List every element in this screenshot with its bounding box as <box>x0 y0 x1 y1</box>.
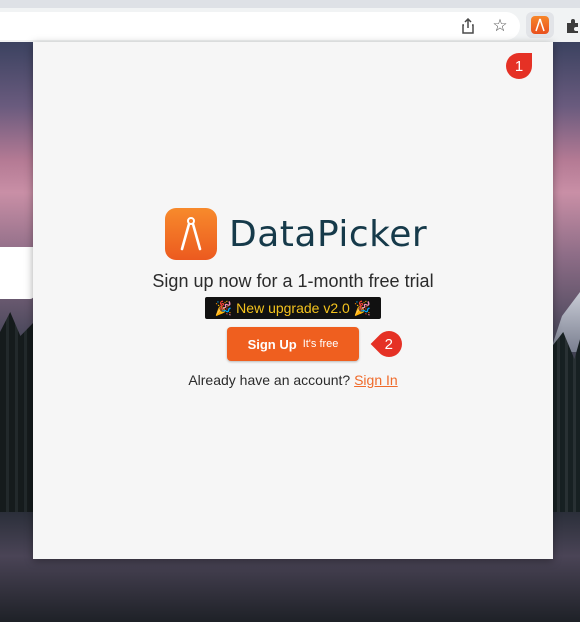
party-popper-icon: 🎉 <box>214 299 233 316</box>
brand-header: DataPicker <box>165 207 427 261</box>
forest-left-image <box>0 312 34 512</box>
datapicker-logo-icon <box>165 208 217 260</box>
upgrade-badge: 🎉 New upgrade v2.0 🎉 <box>205 297 381 319</box>
share-icon[interactable] <box>457 15 479 37</box>
extension-popup: DataPicker Sign up now for a 1-month fre… <box>33 42 553 559</box>
address-bar[interactable] <box>0 12 520 40</box>
bookmark-star-icon[interactable]: ☆ <box>489 15 511 37</box>
signin-row: Already have an account? Sign In <box>33 372 553 388</box>
page-fragment <box>0 247 34 299</box>
puzzle-icon[interactable] <box>562 15 580 37</box>
forest-right-image <box>552 332 580 512</box>
callout-marker-1: 1 <box>506 53 532 79</box>
callout-number: 1 <box>514 57 524 75</box>
upgrade-badge-label: New upgrade v2.0 <box>236 300 350 316</box>
signup-button[interactable]: Sign Up It's free <box>227 327 359 361</box>
signup-button-label: Sign Up <box>247 336 297 352</box>
signin-link[interactable]: Sign In <box>354 372 398 388</box>
brand-name: DataPicker <box>229 213 428 255</box>
tab-strip <box>0 0 580 8</box>
signup-button-sublabel: It's free <box>302 338 339 350</box>
callout-number: 2 <box>384 335 394 353</box>
party-popper-icon: 🎉 <box>353 299 372 316</box>
datapicker-logo-icon <box>531 16 549 34</box>
signin-prompt: Already have an account? <box>188 372 351 388</box>
datapicker-extension-button[interactable] <box>526 12 554 38</box>
trial-tagline: Sign up now for a 1-month free trial <box>152 271 434 291</box>
